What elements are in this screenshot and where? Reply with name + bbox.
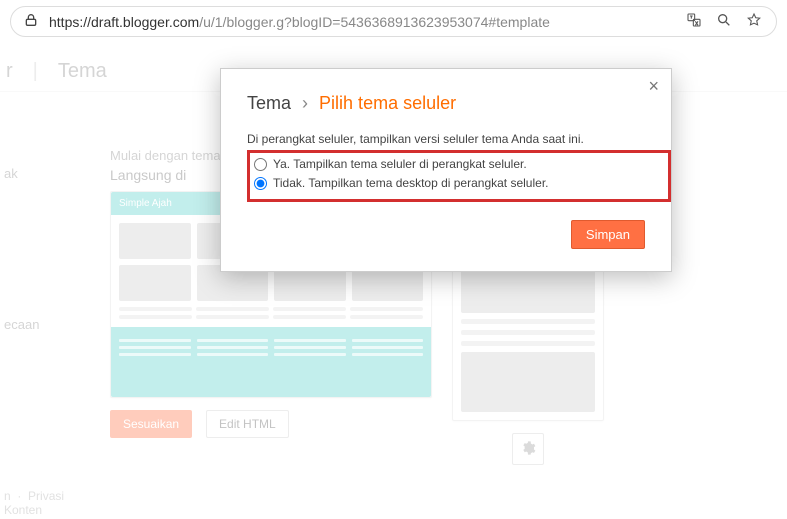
save-button[interactable]: Simpan	[571, 220, 645, 249]
url-text[interactable]: https://draft.blogger.com/u/1/blogger.g?…	[49, 14, 676, 30]
tab-separator: |	[33, 60, 38, 83]
close-button[interactable]: ×	[648, 77, 659, 95]
zoom-icon[interactable]	[716, 12, 732, 31]
radio-yes[interactable]	[254, 158, 267, 171]
sidebar: ak ecaan	[4, 158, 39, 340]
gear-icon	[520, 440, 536, 459]
page-title: Tema	[58, 60, 107, 83]
footer-links: n · Privasi Konten	[4, 489, 64, 517]
browser-address-bar: https://draft.blogger.com/u/1/blogger.g?…	[10, 6, 777, 37]
radio-no[interactable]	[254, 177, 267, 190]
edit-html-button[interactable]: Edit HTML	[206, 410, 289, 438]
highlighted-options: Ya. Tampilkan tema seluler di perangkat …	[247, 150, 671, 202]
option-no-label: Tidak. Tampilkan tema desktop di perangk…	[273, 174, 548, 193]
lock-icon	[23, 12, 39, 31]
dialog-title: Tema › Pilih tema seluler	[247, 93, 645, 114]
translate-icon[interactable]	[686, 12, 702, 31]
mobile-theme-dialog: × Tema › Pilih tema seluler Di perangkat…	[220, 68, 672, 272]
option-yes-label: Ya. Tampilkan tema seluler di perangkat …	[273, 155, 527, 174]
star-icon[interactable]	[746, 12, 762, 31]
mobile-settings-button[interactable]	[512, 433, 544, 465]
tab-prev: r	[6, 60, 13, 83]
close-icon: ×	[648, 76, 659, 96]
option-no[interactable]: Tidak. Tampilkan tema desktop di perangk…	[254, 174, 664, 193]
option-yes[interactable]: Ya. Tampilkan tema seluler di perangkat …	[254, 155, 664, 174]
dialog-description: Di perangkat seluler, tampilkan versi se…	[247, 132, 645, 146]
customize-button[interactable]: Sesuaikan	[110, 410, 192, 438]
